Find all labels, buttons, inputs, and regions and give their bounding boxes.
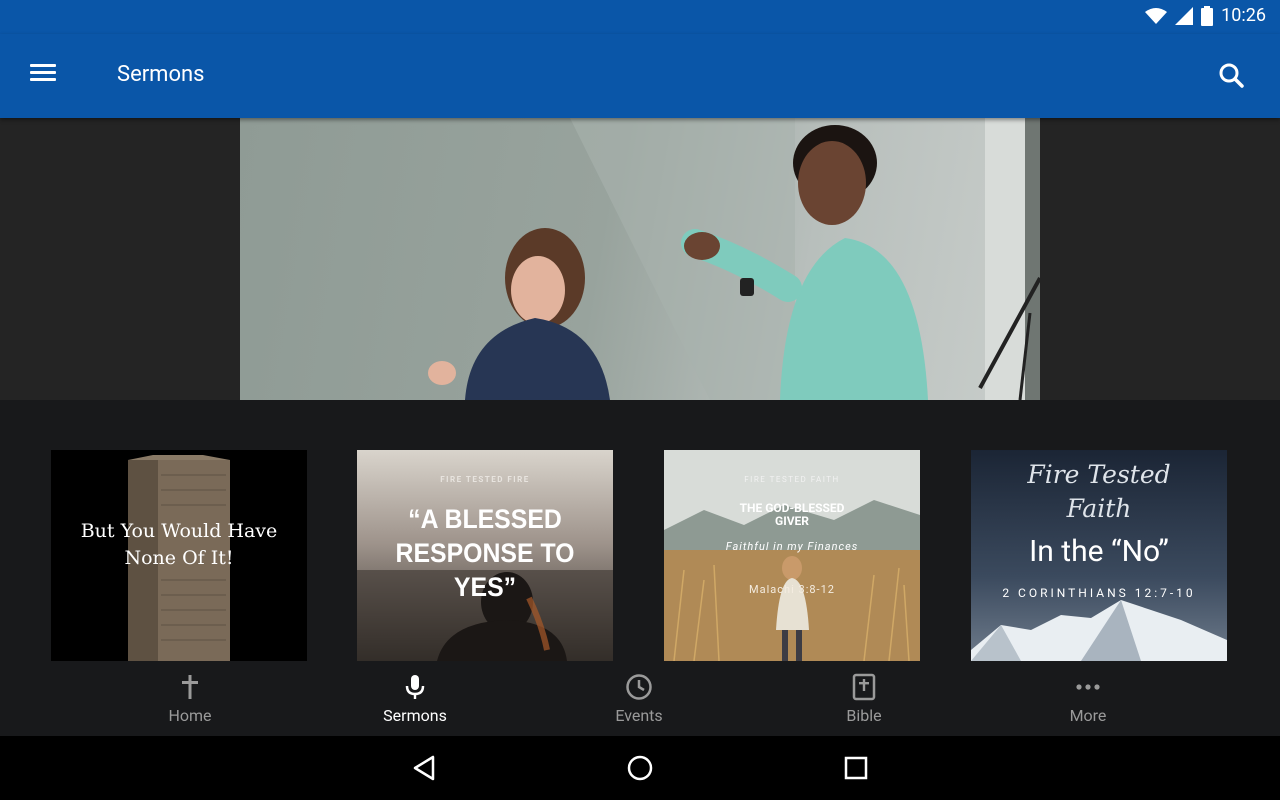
search-icon[interactable] xyxy=(1214,58,1250,94)
page-title: Sermons xyxy=(117,62,205,87)
nav-label: Bible xyxy=(846,706,882,725)
nav-label: Home xyxy=(168,706,212,725)
nav-label: More xyxy=(1069,706,1107,725)
nav-bible[interactable]: Bible xyxy=(804,672,924,725)
sermon-list: But You Would Have None Of It! FIRE TEST… xyxy=(0,400,1280,662)
status-icons: 10:26 xyxy=(1145,5,1266,26)
bottom-navigation: Home Sermons Events Bible More xyxy=(0,662,1280,736)
nav-events[interactable]: Events xyxy=(579,672,699,725)
featured-sermon-area xyxy=(0,118,1280,400)
microphone-icon xyxy=(405,675,425,699)
sermon-title: But You Would Have None Of It! xyxy=(80,520,278,569)
sermon-subtitle: Faithful in my Finances xyxy=(725,540,859,553)
home-circle-icon[interactable] xyxy=(624,752,656,784)
nav-label: Sermons xyxy=(383,706,447,725)
cross-icon xyxy=(182,675,198,699)
clock-icon xyxy=(626,674,652,700)
battery-icon xyxy=(1201,5,1214,26)
sermon-series: Fire Tested Faith xyxy=(1027,460,1171,523)
sermon-reference: Malachi 3:8-12 xyxy=(749,583,835,596)
sermon-title: “A BLESSED RESPONSE TO YES” xyxy=(395,504,575,602)
nav-label: Events xyxy=(615,706,663,725)
sermon-series: FIRE TESTED FIRE xyxy=(440,475,530,484)
sermon-card[interactable]: Fire Tested Faith In the “No” 2 CORINTHI… xyxy=(971,450,1227,661)
sermon-card[interactable]: But You Would Have None Of It! xyxy=(51,450,307,661)
sermon-reference: 2 CORINTHIANS 12:7-10 xyxy=(1002,586,1196,600)
wifi-icon xyxy=(1145,7,1168,24)
recents-icon[interactable] xyxy=(840,752,872,784)
system-navigation-bar xyxy=(0,736,1280,800)
featured-sermon-image[interactable] xyxy=(240,118,1040,400)
sermon-series: FIRE TESTED FAITH xyxy=(744,475,840,484)
status-time: 10:26 xyxy=(1221,5,1266,26)
sermon-card[interactable]: FIRE TESTED FAITH THE GOD-BLESSED GIVER … xyxy=(664,450,920,661)
status-bar: 10:26 xyxy=(0,0,1280,34)
nav-sermons[interactable]: Sermons xyxy=(355,672,475,725)
more-icon xyxy=(1076,684,1100,690)
sermon-title: In the “No” xyxy=(1029,534,1169,569)
nav-home[interactable]: Home xyxy=(130,672,250,725)
nav-more[interactable]: More xyxy=(1028,672,1148,725)
bible-icon xyxy=(852,673,876,701)
hamburger-menu-icon[interactable] xyxy=(30,60,66,90)
app-bar: Sermons xyxy=(0,34,1280,118)
cell-signal-icon xyxy=(1175,6,1194,25)
sermon-card[interactable]: FIRE TESTED FIRE “A BLESSED RESPONSE TO … xyxy=(357,450,613,661)
back-icon[interactable] xyxy=(409,752,441,784)
sermon-title: THE GOD-BLESSED GIVER xyxy=(739,501,845,528)
